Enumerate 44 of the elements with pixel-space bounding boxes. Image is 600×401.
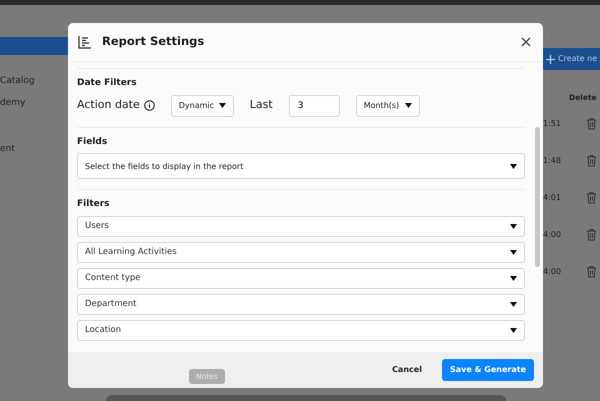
sidebar-highlight xyxy=(0,37,68,55)
section-title: Date Filters xyxy=(77,78,138,90)
cancel-button[interactable]: Cancel xyxy=(384,359,430,381)
mode-dropdown[interactable]: Dynamic xyxy=(170,94,234,117)
fields-dropdown[interactable]: Select the fields to display in the report xyxy=(77,153,525,180)
time-text: 4:00 xyxy=(543,266,561,278)
info-icon[interactable] xyxy=(144,100,155,112)
caret-icon xyxy=(510,302,517,308)
trash-icon[interactable] xyxy=(586,117,597,130)
field-label: Action date xyxy=(77,97,140,114)
save-button[interactable]: Save & Generate xyxy=(442,359,534,381)
create-button[interactable]: Create ne xyxy=(543,48,600,70)
close-icon[interactable] xyxy=(521,37,531,47)
dialog-title: Report Settings xyxy=(102,33,204,50)
caret-icon xyxy=(218,103,226,108)
filter-dropdown[interactable]: Users xyxy=(77,216,525,238)
trash-icon[interactable] xyxy=(586,154,597,168)
section-title: Filters xyxy=(77,199,111,212)
sidebar-item[interactable]: demy xyxy=(0,96,68,110)
filter-dropdown[interactable]: All Learning Activities xyxy=(77,242,525,264)
caret-icon xyxy=(510,224,517,230)
number-field[interactable]: 3 xyxy=(288,94,340,117)
trash-icon[interactable] xyxy=(586,228,597,242)
caret-icon xyxy=(510,276,517,282)
sidebar-item[interactable]: ent xyxy=(0,143,68,156)
time-text: 1:51 xyxy=(543,118,561,130)
caret-icon xyxy=(404,103,412,108)
filter-dropdown[interactable]: Department xyxy=(77,294,525,316)
report-icon xyxy=(78,35,92,49)
caret-icon xyxy=(510,250,517,256)
trash-icon[interactable] xyxy=(586,191,597,204)
caret-icon xyxy=(510,164,517,169)
unit-dropdown[interactable]: Month(s) xyxy=(356,94,420,117)
caret-icon xyxy=(510,328,517,334)
filter-dropdown[interactable]: Content type xyxy=(77,268,525,290)
field-label: Last xyxy=(250,97,273,114)
plus-icon xyxy=(546,54,555,64)
trash-icon[interactable] xyxy=(586,265,597,278)
time-text: 4:00 xyxy=(543,228,561,241)
section-title: Fields xyxy=(77,136,108,148)
filter-dropdown[interactable]: Location xyxy=(77,320,525,342)
sidebar-item[interactable]: Catalog xyxy=(0,75,68,88)
time-text: 1:48 xyxy=(543,154,561,167)
time-text: 4:01 xyxy=(543,192,561,204)
